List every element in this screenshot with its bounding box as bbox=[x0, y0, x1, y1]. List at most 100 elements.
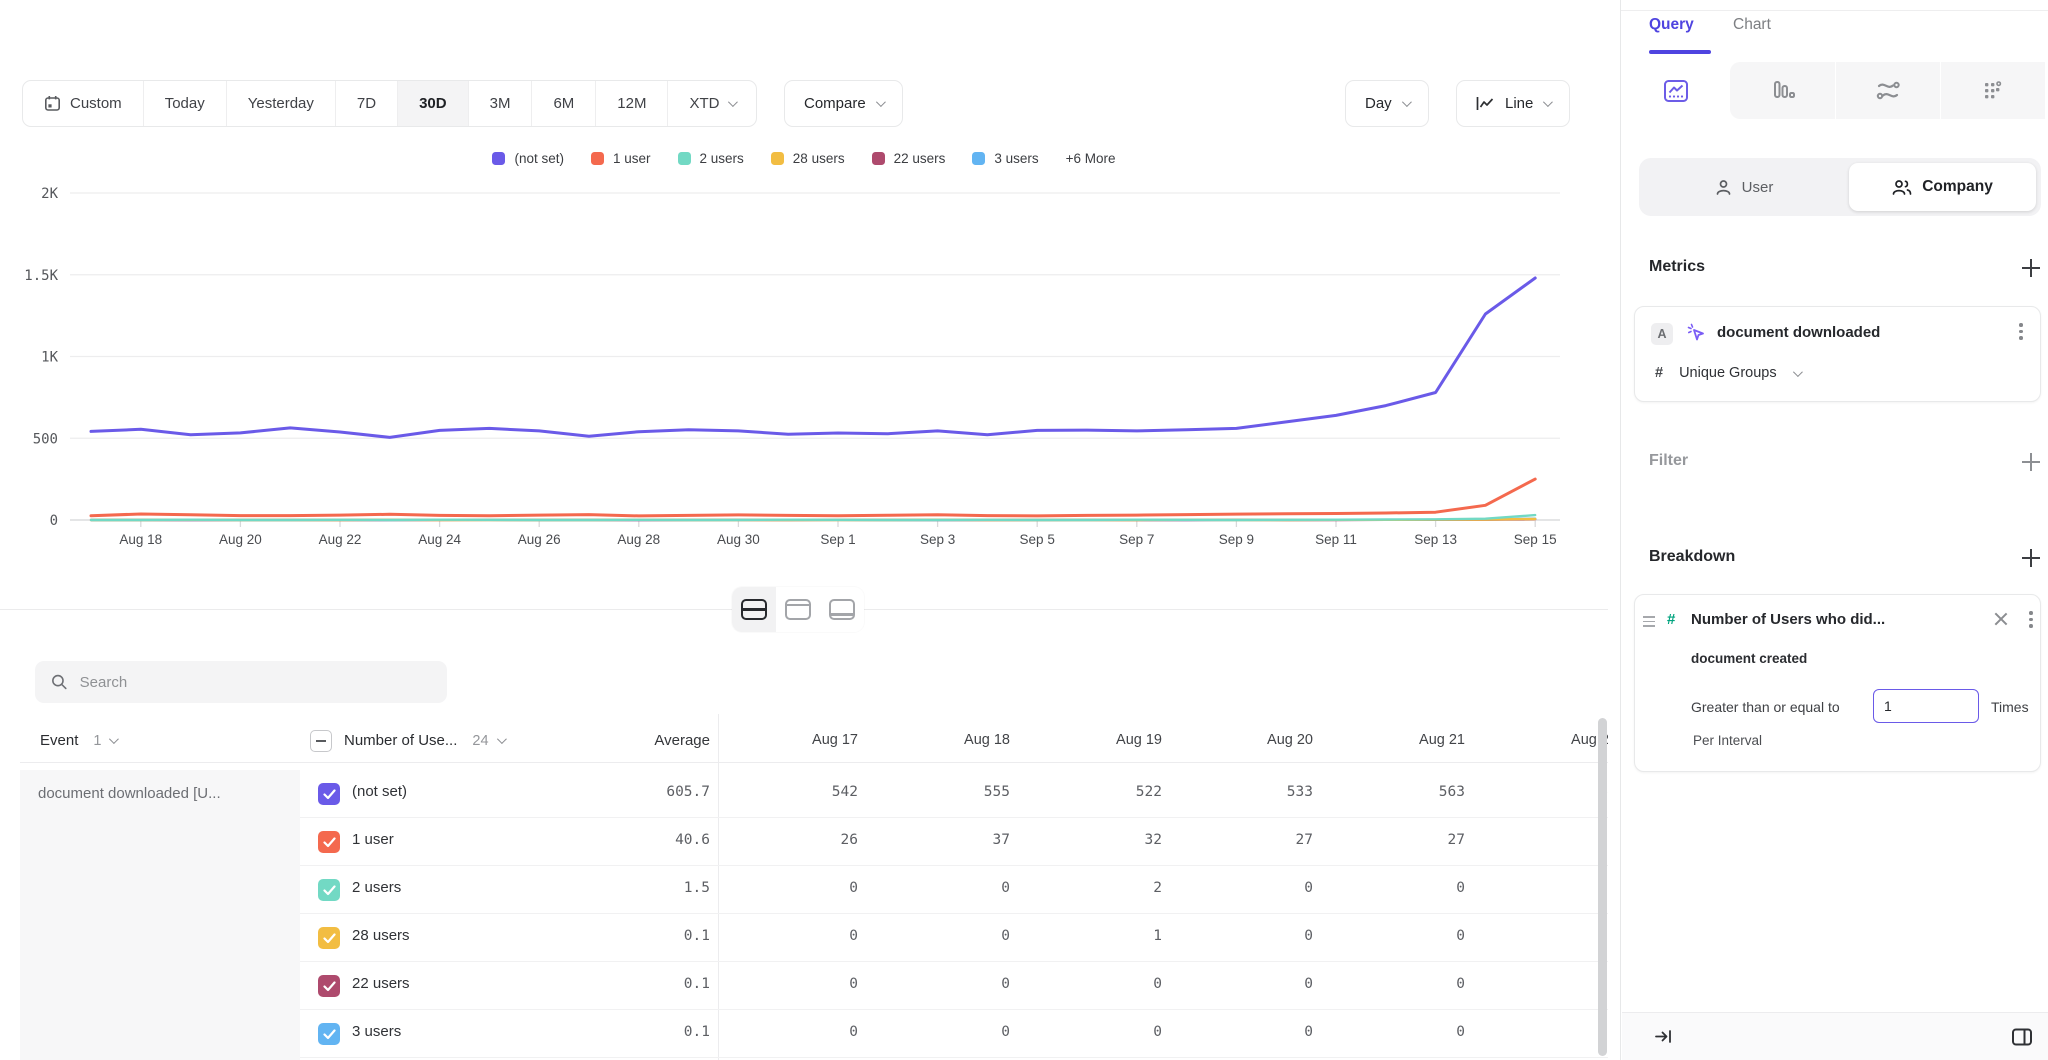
tab-query[interactable]: Query bbox=[1649, 16, 1694, 34]
breakdown-section-title: Breakdown bbox=[1649, 548, 1735, 566]
event-header-label: Event bbox=[40, 732, 78, 749]
row-value: 522 bbox=[1012, 784, 1162, 800]
chart-type-dropdown[interactable]: Line bbox=[1456, 80, 1570, 127]
row-value: 1 bbox=[1012, 928, 1162, 944]
breakdown-event-name[interactable]: document created bbox=[1691, 651, 1807, 666]
row-value: 2 bbox=[1012, 880, 1162, 896]
legend-item[interactable]: 28 users bbox=[771, 151, 845, 166]
x-axis-label: Sep 15 bbox=[1514, 532, 1557, 547]
breakdown-condition-label[interactable]: Greater than or equal to bbox=[1691, 699, 1840, 715]
table-scrollbar[interactable] bbox=[1598, 718, 1607, 1056]
breakdown-menu-button[interactable] bbox=[2029, 611, 2033, 629]
table-row[interactable]: (not set)605.754255552253356353 bbox=[0, 770, 1608, 818]
x-axis-label: Aug 28 bbox=[617, 532, 660, 547]
range-button-3m[interactable]: 3M bbox=[468, 81, 532, 126]
breakdown-per-interval[interactable]: Per Interval bbox=[1693, 733, 1762, 748]
layout-split-button[interactable] bbox=[732, 587, 776, 632]
chart-type-flow-button[interactable] bbox=[1835, 62, 1940, 119]
range-button-30d[interactable]: 30D bbox=[397, 81, 468, 126]
row-value: 0 bbox=[1163, 1024, 1313, 1040]
row-checkbox[interactable] bbox=[318, 879, 340, 901]
row-label: 3 users bbox=[352, 1023, 401, 1040]
add-metric-button[interactable] bbox=[2021, 258, 2041, 278]
row-value: 0 bbox=[1315, 880, 1465, 896]
add-breakdown-button[interactable] bbox=[2021, 548, 2041, 568]
company-icon bbox=[1892, 179, 1912, 196]
interval-dropdown[interactable]: Day bbox=[1345, 80, 1429, 127]
row-label: 1 user bbox=[352, 831, 394, 848]
compare-button[interactable]: Compare bbox=[784, 80, 903, 127]
chart-type-line-button[interactable] bbox=[1622, 62, 1730, 119]
range-button-7d[interactable]: 7D bbox=[335, 81, 397, 126]
group-column-dropdown[interactable]: Number of Use... 24 bbox=[344, 732, 504, 749]
layout-table-bottom-button[interactable] bbox=[820, 587, 864, 632]
event-column-dropdown[interactable]: Event 1 bbox=[40, 732, 116, 749]
grid-dots-icon bbox=[1980, 78, 2006, 104]
chart-type-selector bbox=[1622, 62, 2048, 119]
row-checkbox[interactable] bbox=[318, 831, 340, 853]
calendar-icon bbox=[44, 95, 61, 112]
add-filter-button[interactable] bbox=[2021, 452, 2041, 472]
legend-item[interactable]: 2 users bbox=[678, 151, 744, 166]
legend-more-button[interactable]: +6 More bbox=[1066, 151, 1116, 166]
metrics-section-title: Metrics bbox=[1649, 258, 1705, 276]
chart-type-bar-button[interactable] bbox=[1730, 62, 1835, 119]
indeterminate-checkbox-icon bbox=[310, 730, 332, 752]
breakdown-card[interactable]: # Number of Users who did... document cr… bbox=[1634, 594, 2041, 772]
legend-label: 22 users bbox=[894, 151, 946, 166]
tab-chart[interactable]: Chart bbox=[1733, 16, 1771, 34]
bottom-layout-icon bbox=[829, 599, 855, 620]
range-button-12m[interactable]: 12M bbox=[595, 81, 667, 126]
date-column-header: Aug 18 bbox=[860, 732, 1010, 748]
legend-swatch bbox=[678, 152, 691, 165]
range-button-custom[interactable]: Custom bbox=[23, 81, 143, 126]
metric-measure-dropdown[interactable]: # Unique Groups bbox=[1655, 365, 1800, 381]
y-axis-label: 1K bbox=[41, 350, 58, 366]
y-axis-label: 1.5K bbox=[24, 268, 58, 284]
entity-user-option[interactable]: User bbox=[1639, 158, 1849, 216]
check-icon bbox=[323, 981, 336, 992]
table-row[interactable]: 28 users0.1001000 bbox=[0, 914, 1608, 962]
chart-type-grid-button[interactable] bbox=[1940, 62, 2045, 119]
row-value: 0 bbox=[860, 880, 1010, 896]
row-checkbox[interactable] bbox=[318, 927, 340, 949]
search-bar[interactable] bbox=[35, 661, 447, 703]
row-value: 542 bbox=[708, 784, 858, 800]
query-panel: Query Chart bbox=[1620, 0, 2048, 1060]
legend-item[interactable]: 3 users bbox=[972, 151, 1038, 166]
row-value: 53 bbox=[1467, 784, 1608, 800]
row-value: 555 bbox=[860, 784, 1010, 800]
search-input[interactable] bbox=[80, 674, 431, 691]
collapse-panel-icon[interactable] bbox=[1654, 1027, 1673, 1046]
legend-swatch bbox=[972, 152, 985, 165]
metric-menu-button[interactable] bbox=[2019, 323, 2023, 341]
side-panel-icon[interactable] bbox=[2011, 1027, 2033, 1047]
check-icon bbox=[323, 933, 336, 944]
range-button-yesterday[interactable]: Yesterday bbox=[226, 81, 335, 126]
metric-card[interactable]: A document downloaded # Unique Groups bbox=[1634, 306, 2041, 402]
range-button-xtd[interactable]: XTD bbox=[667, 81, 756, 126]
metric-event-name: document downloaded bbox=[1717, 324, 1880, 341]
select-all-checkbox[interactable] bbox=[310, 730, 332, 752]
table-row[interactable]: 3 users0.1000000 bbox=[0, 1010, 1608, 1058]
legend-item[interactable]: 22 users bbox=[872, 151, 946, 166]
row-checkbox[interactable] bbox=[318, 975, 340, 997]
range-button-today[interactable]: Today bbox=[143, 81, 226, 126]
legend-item[interactable]: (not set) bbox=[492, 151, 564, 166]
row-label: (not set) bbox=[352, 783, 407, 800]
range-button-6m[interactable]: 6M bbox=[531, 81, 595, 126]
layout-chart-top-button[interactable] bbox=[776, 587, 820, 632]
row-value: 0 bbox=[860, 976, 1010, 992]
table-row[interactable]: 22 users0.1000000 bbox=[0, 962, 1608, 1010]
entity-company-option[interactable]: Company bbox=[1849, 163, 2036, 211]
close-icon[interactable] bbox=[1993, 611, 2009, 627]
row-checkbox[interactable] bbox=[318, 1023, 340, 1045]
legend-item[interactable]: 1 user bbox=[591, 151, 651, 166]
table-row[interactable]: 2 users1.5002000 bbox=[0, 866, 1608, 914]
table-row[interactable]: 1 user40.626373227272 bbox=[0, 818, 1608, 866]
breakdown-value-input[interactable] bbox=[1873, 689, 1979, 723]
row-value: 0 bbox=[1163, 880, 1313, 896]
row-checkbox[interactable] bbox=[318, 783, 340, 805]
drag-handle-icon[interactable] bbox=[1643, 616, 1655, 630]
x-axis-label: Aug 26 bbox=[518, 532, 561, 547]
